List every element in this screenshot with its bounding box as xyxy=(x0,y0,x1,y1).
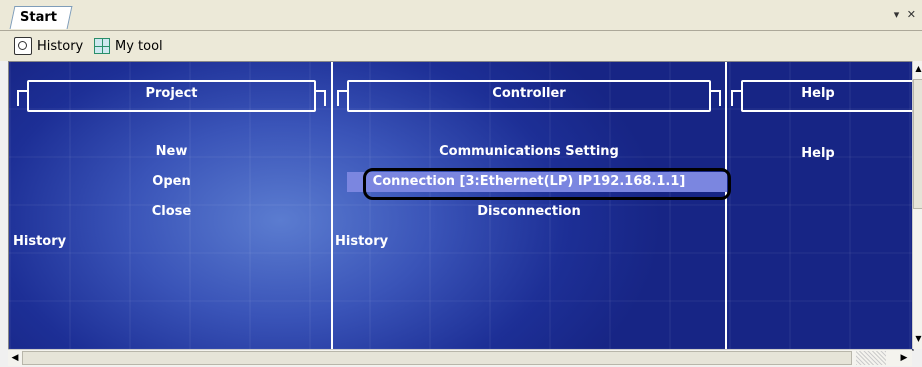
scroll-left-icon[interactable]: ◀ xyxy=(9,352,21,364)
help-link[interactable]: Help xyxy=(743,146,893,161)
project-title: Project xyxy=(145,86,198,101)
vertical-scrollbar[interactable]: ▲ ▼ xyxy=(912,61,922,349)
mytool-toolbar-button[interactable]: My tool xyxy=(94,37,163,55)
start-toolbar: History My tool xyxy=(0,31,922,61)
vertical-scroll-thumb[interactable] xyxy=(913,79,922,209)
project-history-label: History xyxy=(13,234,67,249)
mytool-icon xyxy=(94,38,110,54)
disconnection-link[interactable]: Disconnection xyxy=(349,204,709,219)
help-title: Help xyxy=(801,86,835,101)
controller-title: Controller xyxy=(492,86,566,101)
header-bracket xyxy=(709,90,721,106)
scroll-down-icon[interactable]: ▼ xyxy=(914,333,922,345)
project-close-link[interactable]: Close xyxy=(29,204,314,219)
project-open-link[interactable]: Open xyxy=(29,174,314,189)
scroll-right-icon[interactable]: ▶ xyxy=(898,352,910,364)
history-toolbar-button[interactable]: History xyxy=(14,37,83,55)
history-toolbar-label: History xyxy=(37,38,84,54)
column-divider xyxy=(331,62,333,350)
mytool-toolbar-label: My tool xyxy=(115,38,163,54)
tab-close-controls[interactable]: ▾ ✕ xyxy=(894,8,918,21)
history-icon xyxy=(14,37,32,55)
project-new-link[interactable]: New xyxy=(29,144,314,159)
horizontal-scrollbar[interactable]: ◀ ▶ xyxy=(8,349,912,366)
scrollbar-track[interactable] xyxy=(856,351,886,365)
document-tab-strip: Start ▾ ✕ xyxy=(0,0,922,31)
communications-setting-link[interactable]: Communications Setting xyxy=(349,144,709,159)
controller-history-label: History xyxy=(335,234,389,249)
horizontal-scroll-thumb[interactable] xyxy=(22,351,852,365)
column-divider xyxy=(725,62,727,350)
connection-annotation-outline xyxy=(363,168,731,200)
tab-start-label[interactable]: Start xyxy=(20,10,57,25)
start-page-panel: Project Controller Help New Open Close H… xyxy=(8,61,914,351)
header-bracket xyxy=(314,90,326,106)
scroll-up-icon[interactable]: ▲ xyxy=(914,63,922,75)
